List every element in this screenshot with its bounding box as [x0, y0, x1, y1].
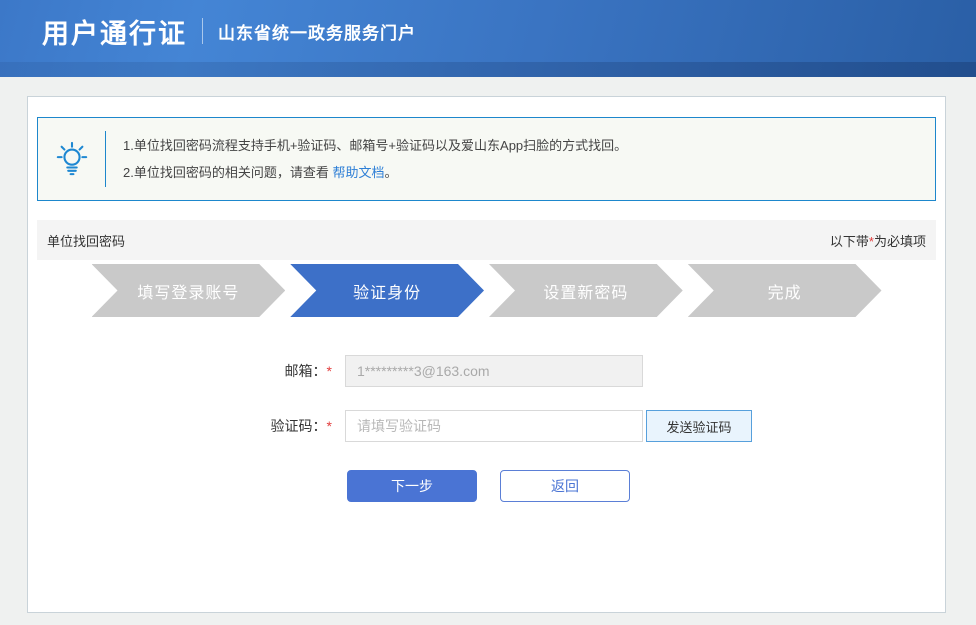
required-hint: 以下带*为必填项	[830, 231, 926, 250]
email-label: 邮箱：*	[37, 361, 332, 381]
send-code-button[interactable]: 发送验证码	[646, 410, 752, 442]
section-title: 单位找回密码	[47, 233, 126, 249]
back-button[interactable]: 返回	[500, 470, 630, 502]
portal-title: 山东省统一政务服务门户	[218, 23, 416, 43]
email-row: 邮箱：*	[37, 355, 936, 387]
step-wizard: 填写登录账号 验证身份 设置新密码 完成	[92, 264, 882, 317]
step-fill-account: 填写登录账号	[92, 264, 286, 317]
step-finish: 完成	[688, 264, 882, 317]
notice-line-1: 1.单位找回密码流程支持手机+验证码、邮箱号+验证码以及爱山东App扫脸的方式找…	[123, 138, 628, 153]
notice-line-2-suffix: 。	[384, 165, 398, 180]
email-input	[345, 355, 643, 387]
email-label-text: 邮箱：	[284, 363, 327, 379]
step-verify-identity: 验证身份	[290, 264, 484, 317]
section-bar: 单位找回密码 以下带*为必填项	[37, 220, 936, 260]
header-bottom-band	[0, 62, 976, 77]
notice-box: 1.单位找回密码流程支持手机+验证码、邮箱号+验证码以及爱山东App扫脸的方式找…	[37, 117, 936, 201]
step-set-new-password: 设置新密码	[489, 264, 683, 317]
next-step-button[interactable]: 下一步	[347, 470, 477, 502]
code-input[interactable]	[345, 410, 643, 442]
code-label: 验证码：*	[37, 416, 332, 436]
main-panel: 1.单位找回密码流程支持手机+验证码、邮箱号+验证码以及爱山东App扫脸的方式找…	[27, 96, 946, 613]
email-required-star: *	[326, 363, 332, 379]
required-hint-suffix: 为必填项	[873, 233, 926, 249]
form-actions: 下一步 返回	[347, 470, 936, 502]
notice-line-2-text: 2.单位找回密码的相关问题，请查看	[123, 165, 333, 180]
code-required-star: *	[326, 418, 332, 434]
code-label-text: 验证码：	[270, 418, 327, 434]
required-hint-prefix: 以下带	[829, 233, 869, 249]
code-row: 验证码：* 发送验证码	[37, 410, 936, 442]
brand-divider	[202, 18, 203, 44]
help-doc-link[interactable]: 帮助文档	[332, 165, 384, 180]
lightbulb-icon	[38, 140, 105, 178]
brand-title: 用户通行证	[42, 18, 187, 49]
notice-line-2: 2.单位找回密码的相关问题，请查看 帮助文档。	[123, 159, 627, 186]
verify-form: 邮箱：* 验证码：* 发送验证码 下一步 返回	[37, 355, 936, 502]
page-header: 用户通行证 山东省统一政务服务门户	[0, 0, 976, 77]
